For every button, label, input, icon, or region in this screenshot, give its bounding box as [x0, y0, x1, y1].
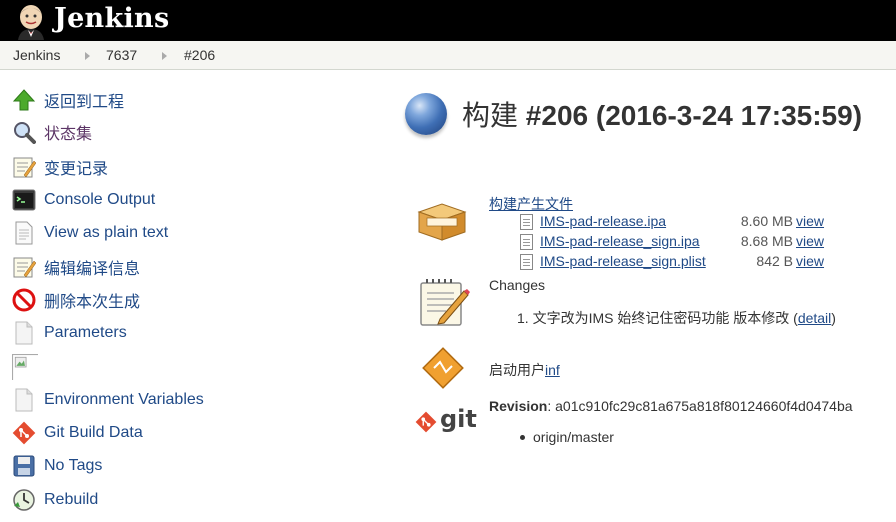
- sidebar-item-label: 删除本次生成: [44, 294, 141, 311]
- sidebar-item-status[interactable]: 状态集: [12, 119, 92, 145]
- sidebar-item-label: Parameters: [44, 324, 127, 341]
- terminal-icon: [12, 189, 36, 211]
- sidebar-item-edit-build-info[interactable]: 编辑编译信息: [12, 254, 140, 280]
- sidebar-item-changes[interactable]: 变更记录: [12, 154, 108, 180]
- changes-heading: Changes: [489, 277, 546, 293]
- sidebar-item-label: Console Output: [44, 191, 156, 208]
- breadcrumb-arrow-icon: [85, 52, 90, 60]
- breadcrumb-item-build[interactable]: #206: [184, 47, 215, 63]
- notepad-icon: [13, 157, 36, 178]
- artifact-file-link[interactable]: IMS-pad-release.ipa: [540, 213, 666, 229]
- sidebar-item-rebuild[interactable]: Rebuild: [12, 487, 98, 513]
- file-icon: [520, 214, 533, 230]
- git-logo: git: [415, 405, 477, 437]
- page-title: 构建 #206 (2016-3-24 17:35:59): [462, 100, 863, 131]
- breadcrumb-arrow-icon: [162, 52, 167, 60]
- sidebar-item-label: View as plain text: [44, 224, 169, 241]
- artifact-file-link[interactable]: IMS-pad-release_sign.plist: [540, 253, 706, 269]
- clock-icon: [13, 489, 35, 511]
- file-icon: [520, 234, 533, 250]
- sidebar-item-label: Git Build Data: [44, 424, 143, 441]
- sidebar-item-label: Rebuild: [44, 491, 99, 508]
- revision-label: Revision: [489, 398, 548, 414]
- artifacts-heading-link[interactable]: 构建产生文件: [489, 194, 573, 214]
- started-by-user: 启动用户inf: [489, 362, 560, 378]
- git-logo-text: git: [440, 405, 477, 433]
- sidebar-item-delete-build[interactable]: 删除本次生成: [12, 287, 140, 313]
- jenkins-butler-icon[interactable]: [12, 2, 50, 40]
- git-icon: [415, 411, 437, 433]
- file-icon: [520, 254, 533, 270]
- sidebar-item-label: 返回到工程: [44, 94, 125, 111]
- sidebar-item-label: Environment Variables: [44, 391, 204, 408]
- artifact-view-link[interactable]: view: [796, 213, 824, 229]
- no-entry-icon: [12, 288, 36, 312]
- artifact-size: 842 B: [756, 253, 793, 269]
- sidebar-item-label: 状态集: [44, 126, 93, 143]
- git-branch: origin/master: [533, 429, 614, 445]
- revision-value: : a01c910fc29c81a675a818f80124660f4d0474…: [547, 398, 853, 414]
- brand-title[interactable]: Jenkins: [54, 3, 169, 34]
- sidebar-item-view-plain-text[interactable]: View as plain text: [12, 220, 168, 246]
- sidebar-item-label: 编辑编译信息: [44, 261, 141, 278]
- document-icon: [15, 221, 33, 245]
- notepad-icon: [420, 279, 470, 326]
- change-detail-link[interactable]: detail: [798, 310, 831, 326]
- sidebar-item-label: 变更记录: [44, 161, 109, 178]
- breadcrumb: Jenkins 7637 #206: [0, 41, 896, 70]
- change-list-item: 1. 文字改为IMS 始终记住密码功能 版本修改 (detail): [517, 310, 836, 326]
- sidebar-item-label: No Tags: [44, 457, 103, 474]
- artifact-size: 8.68 MB: [740, 233, 793, 249]
- search-icon: [14, 122, 36, 144]
- sidebar-item-console-output[interactable]: Console Output: [12, 187, 155, 213]
- save-icon: [13, 455, 35, 477]
- artifact-file-link[interactable]: IMS-pad-release_sign.ipa: [540, 233, 700, 249]
- artifact-size: 8.60 MB: [740, 213, 793, 229]
- breadcrumb-item-jenkins[interactable]: Jenkins: [13, 47, 60, 63]
- header-bar: Jenkins: [0, 0, 896, 41]
- sidebar-item-no-tags[interactable]: No Tags: [12, 453, 102, 479]
- sidebar-item-parameters[interactable]: Parameters: [12, 320, 127, 346]
- document-icon: [15, 388, 33, 412]
- artifact-view-link[interactable]: view: [796, 233, 824, 249]
- package-icon: [417, 203, 467, 241]
- sidebar-item-broken-image[interactable]: [12, 354, 46, 380]
- document-icon: [15, 321, 33, 345]
- list-item: IMS-pad-release_sign.plist 842 B view: [520, 253, 840, 271]
- list-item: IMS-pad-release_sign.ipa 8.68 MB view: [520, 233, 840, 251]
- blue-ball-icon: [405, 93, 447, 135]
- user-icon: [422, 347, 464, 389]
- list-item: IMS-pad-release.ipa 8.60 MB view: [520, 213, 840, 231]
- sidebar-item-git-build-data[interactable]: Git Build Data: [12, 420, 143, 446]
- artifact-view-link[interactable]: view: [796, 253, 824, 269]
- breadcrumb-item-project[interactable]: 7637: [106, 47, 137, 63]
- notepad-icon: [13, 257, 36, 278]
- up-arrow-icon: [12, 89, 36, 111]
- bullet-icon: [520, 435, 525, 440]
- broken-image-icon: [12, 354, 38, 380]
- user-link[interactable]: inf: [545, 362, 560, 378]
- sidebar-item-back-to-project[interactable]: 返回到工程: [12, 87, 124, 113]
- git-icon: [12, 421, 36, 445]
- git-revision: Revision: a01c910fc29c81a675a818f8012466…: [489, 398, 853, 414]
- sidebar-item-environment-variables[interactable]: Environment Variables: [12, 387, 204, 413]
